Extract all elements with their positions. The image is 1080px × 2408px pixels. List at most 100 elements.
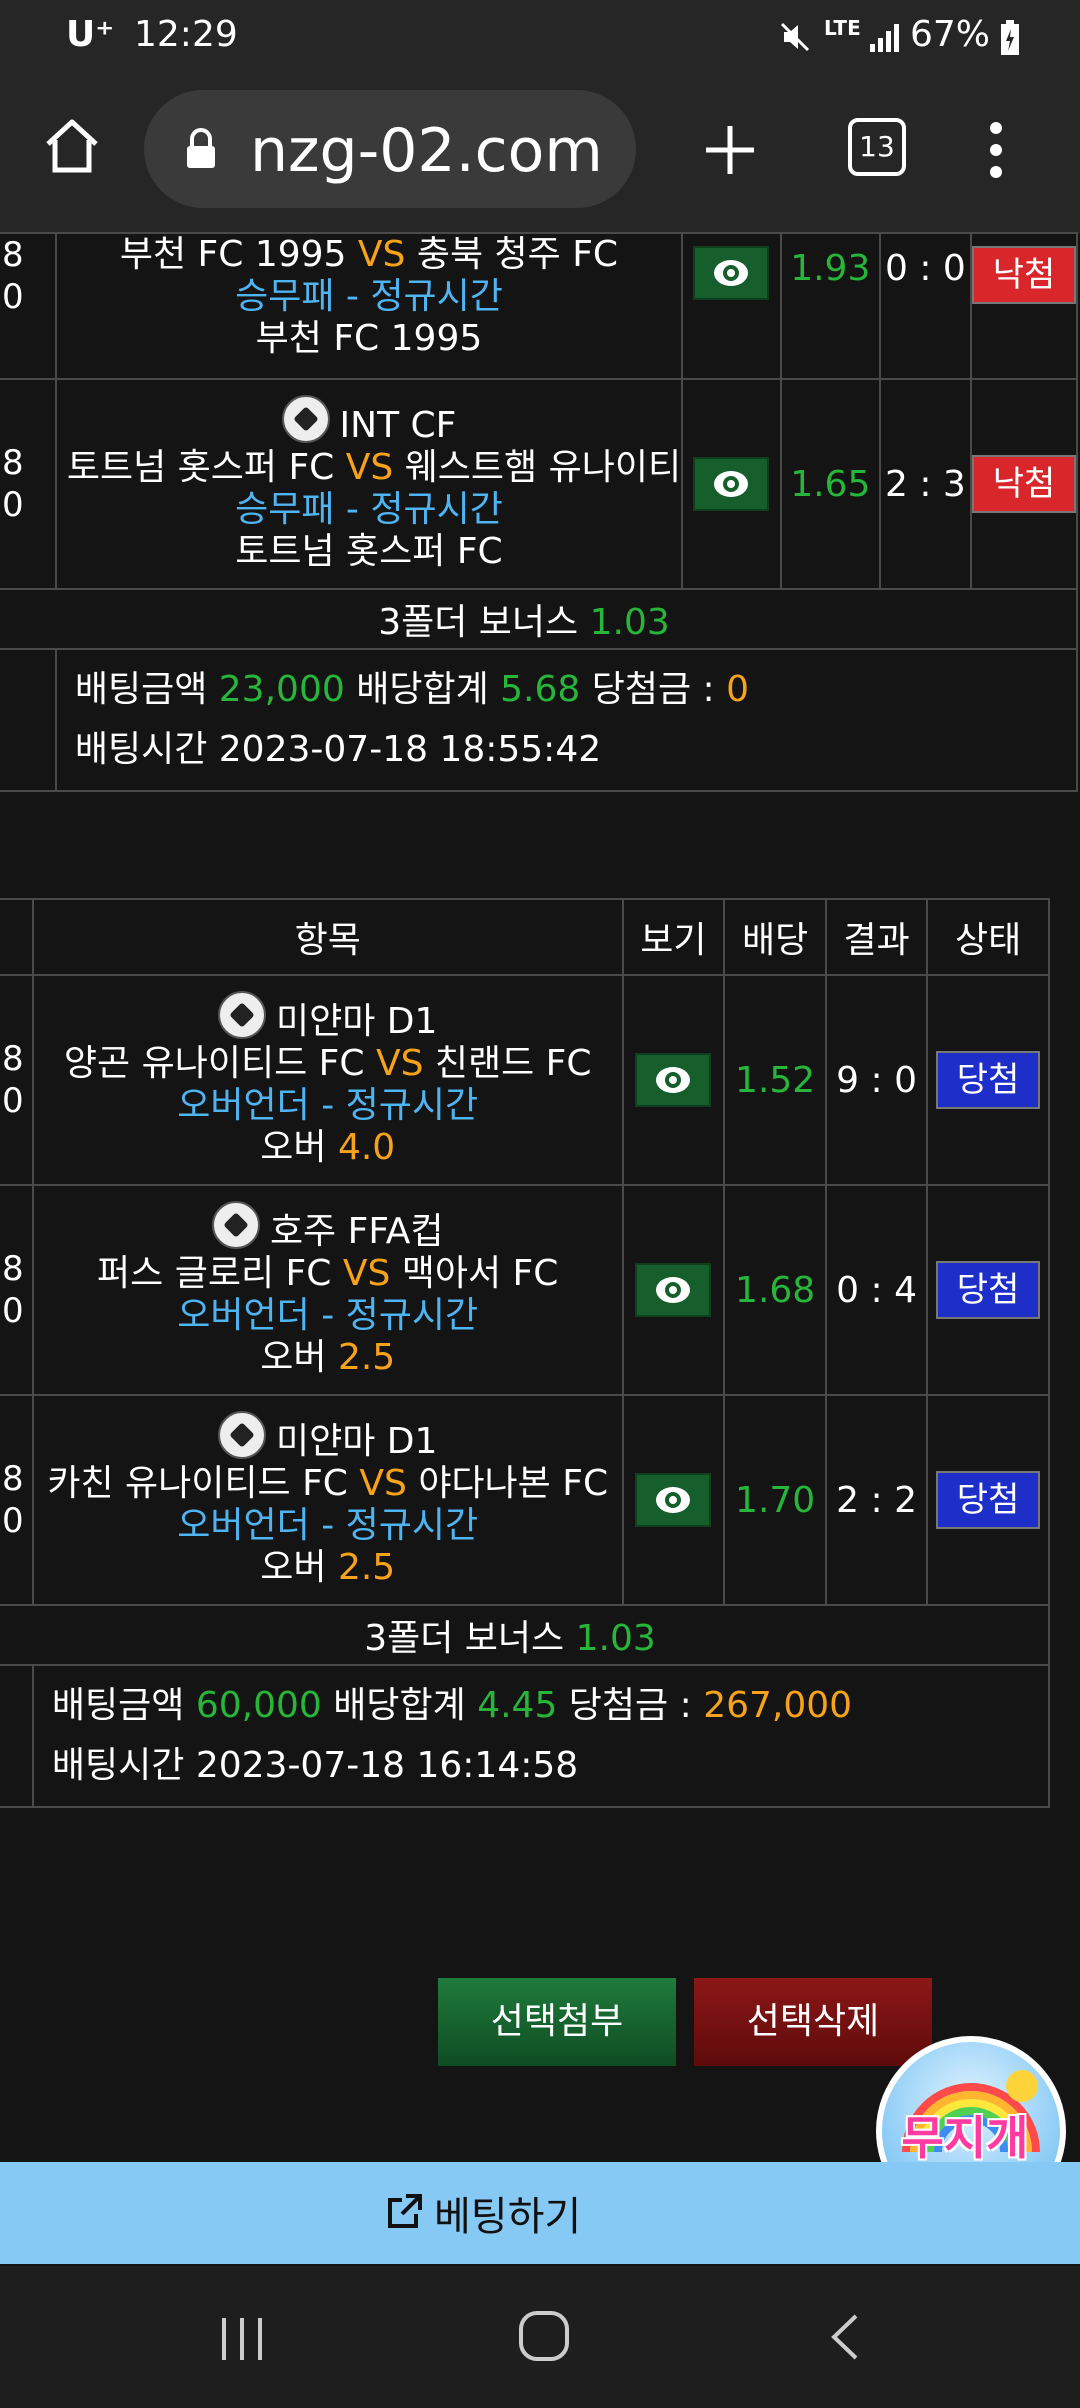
table-row: 8 0 미얀마 D1 카친 유나이티드 FC VS 야다나본 FC 오버언더 -…	[0, 1394, 1050, 1606]
league-label: INT CF	[339, 405, 457, 446]
summary-line-2: 배팅시간 2023-07-18 16:14:58	[52, 1736, 1048, 1796]
payout-label: 당첨금 :	[591, 669, 715, 710]
view-cell	[681, 378, 782, 590]
match-cell: 호주 FFA컵 퍼스 글로리 FC VS 맥아서 FC 오버언더 - 정규시간 …	[31, 1184, 624, 1396]
soccer-ball-icon	[218, 1411, 266, 1459]
league-line: INT CF	[58, 395, 680, 447]
header-result: 결과	[824, 898, 929, 976]
more-menu-icon[interactable]	[984, 120, 1008, 184]
payout-value: 0	[726, 669, 750, 710]
summary-row: 배팅금액 23,000 배당합계 5.68 당첨금 : 0 배팅시간 2023-…	[0, 648, 1079, 792]
truncated-text: 8 0	[2, 1459, 24, 1541]
external-link-icon	[384, 2192, 424, 2236]
home-team: 양곤 유나이티드 FC	[63, 1043, 365, 1084]
new-tab-icon[interactable]	[702, 122, 758, 182]
home-team: 토트넘 홋스퍼 FC	[66, 447, 335, 488]
truncated-cell: 8 0	[0, 974, 34, 1186]
vs-label: VS	[357, 234, 406, 275]
market-label: 오버언더 - 정규시간	[177, 1295, 479, 1336]
truncated-text: 8 0	[2, 443, 24, 525]
bet-slip-table-1: 8 0 부천 FC 1995 VS 충북 청주 FC 승무패 - 정규시간 부천…	[0, 232, 1079, 792]
bonus-row: 3폴더 보너스 1.03	[0, 588, 1078, 650]
bonus-row: 3폴더 보너스 1.03	[0, 1604, 1050, 1666]
status-cell: 당첨	[926, 1184, 1050, 1396]
soccer-ball-icon	[211, 1201, 260, 1249]
score-cell: 0 : 4	[824, 1184, 929, 1396]
score-cell: 9 : 0	[824, 974, 929, 1186]
match-cell: 부천 FC 1995 VS 충북 청주 FC 승무패 - 정규시간 부천 FC …	[54, 232, 684, 380]
league-label: 미얀마 D1	[276, 1421, 438, 1462]
summary-cell: 배팅금액 23,000 배당합계 5.68 당첨금 : 0 배팅시간 2023-…	[54, 648, 1079, 792]
header-odds: 배당	[723, 898, 827, 976]
vs-label: VS	[345, 447, 394, 488]
teams-line: 양곤 유나이티드 FC VS 친랜드 FC	[35, 1043, 621, 1085]
soccer-ball-icon	[281, 395, 330, 443]
pick-line: 오버 2.5	[35, 1547, 621, 1589]
tab-switcher-button[interactable]: 13	[848, 118, 906, 176]
eye-icon[interactable]	[635, 1473, 712, 1527]
status-badge: 당첨	[936, 1471, 1041, 1529]
view-cell	[621, 1394, 726, 1606]
bonus-cell: 3폴더 보너스 1.03	[0, 588, 1078, 650]
eye-icon[interactable]	[693, 457, 770, 511]
recent-apps-icon[interactable]	[218, 2316, 268, 2366]
status-cell: 당첨	[926, 1394, 1050, 1606]
bonus-label: 3폴더 보너스	[378, 602, 579, 643]
summary-left-cell	[0, 648, 57, 792]
odds-cell: 1.65	[779, 378, 881, 590]
odds-cell: 1.93	[779, 232, 881, 380]
status-bar: U⁺ 12:29 LTE 67%	[0, 0, 1080, 76]
summary-row: 배팅금액 60,000 배당합계 4.45 당첨금 : 267,000 배팅시간…	[0, 1664, 1051, 1808]
back-icon[interactable]	[828, 2312, 862, 2366]
league-line: 호주 FFA컵	[35, 1201, 621, 1253]
home-team: 퍼스 글로리 FC	[97, 1253, 332, 1294]
league-label: 호주 FFA컵	[269, 1211, 444, 1252]
home-nav-icon[interactable]	[518, 2310, 570, 2366]
bet-amount-label: 배팅금액	[51, 1685, 185, 1726]
odds-total-label: 배당합계	[333, 1685, 466, 1726]
eye-icon[interactable]	[635, 1053, 712, 1107]
attach-selected-button[interactable]: 선택첨부	[438, 1978, 676, 2066]
pick-line: 오버 2.5	[35, 1337, 621, 1379]
summary-left-cell	[0, 1664, 34, 1808]
teams-line: 토트넘 홋스퍼 FC VS 웨스트햄 유나이티	[58, 447, 680, 489]
eye-icon[interactable]	[635, 1263, 712, 1317]
truncated-cell: 8 0	[0, 232, 57, 380]
home-icon[interactable]	[42, 116, 102, 180]
view-cell	[681, 232, 782, 380]
eye-icon[interactable]	[693, 246, 770, 300]
truncated-cell: 8 0	[0, 1184, 34, 1396]
soccer-ball-icon	[218, 991, 266, 1039]
bet-slip-table-2: 항목 보기 배당 결과 상태 8 0 미얀마 D1 양곤 유나이티드 FC VS…	[0, 898, 1051, 1808]
pick-value: 4.0	[337, 1127, 396, 1168]
odds-total-label: 배당합계	[356, 669, 489, 710]
bet-amount-value: 60,000	[195, 1685, 322, 1726]
bet-amount-label: 배팅금액	[74, 669, 208, 710]
table-row: 8 0 부천 FC 1995 VS 충북 청주 FC 승무패 - 정규시간 부천…	[0, 232, 1079, 380]
truncated-text: 8 0	[2, 1249, 24, 1331]
battery-icon	[1000, 20, 1020, 60]
market-label: 오버언더 - 정규시간	[177, 1085, 479, 1126]
bet-amount-value: 23,000	[218, 669, 345, 710]
market-label: 오버언더 - 정규시간	[177, 1505, 479, 1546]
signal-icon	[868, 22, 902, 56]
bet-bar[interactable]: 베팅하기	[0, 2162, 1080, 2264]
tab-count: 13	[859, 130, 895, 163]
bet-bar-label: 베팅하기	[434, 2194, 582, 2240]
truncated-text: 8 0	[2, 1039, 24, 1121]
truncated-cell: 8 0	[0, 378, 57, 590]
score-cell: 2 : 2	[824, 1394, 929, 1606]
address-bar[interactable]: nzg-02.com	[144, 90, 636, 208]
odds-total-value: 4.45	[477, 1685, 558, 1726]
pick-label: 토트넘 홋스퍼 FC	[235, 531, 503, 572]
vs-label: VS	[359, 1463, 407, 1504]
status-cell: 당첨	[926, 974, 1050, 1186]
truncated-cell: 8 0	[0, 1394, 34, 1606]
header-cut	[0, 898, 34, 976]
status-badge: 당첨	[936, 1051, 1041, 1109]
payout-value: 267,000	[703, 1685, 853, 1726]
status-cell: 낙첨	[969, 378, 1079, 590]
teams-line: 부천 FC 1995 VS 충북 청주 FC	[58, 234, 680, 276]
pick-prefix: 오버	[260, 1547, 327, 1588]
lock-icon	[184, 128, 218, 174]
